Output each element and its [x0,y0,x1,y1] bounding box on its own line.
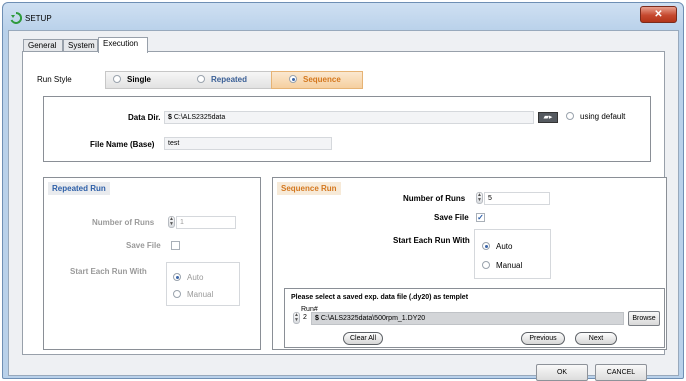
templet-box: Please select a saved exp. data file (.d… [284,288,665,348]
ok-label: OK [556,369,568,376]
rep-runs-spinner[interactable]: ▲ ▼ [168,216,175,228]
radio-circle [113,75,121,83]
run-number-spinner[interactable]: ▲ ▼ [293,312,300,324]
title-bar[interactable]: SETUP ✕ [3,3,683,29]
seq-save-file-checkbox[interactable]: ✓ [476,213,485,222]
seq-radio-manual[interactable]: Manual [482,261,522,270]
rep-radio-manual[interactable]: Manual [173,290,213,299]
seq-save-file-label: Save File [434,213,469,222]
templet-instruction: Please select a saved exp. data file (.d… [291,294,469,301]
radio-label: Auto [187,273,204,282]
previous-button[interactable]: Previous [521,332,565,345]
data-dir-field[interactable]: $ C:\ALS2325data [164,111,534,124]
radio-circle [482,242,490,250]
radio-label: Manual [187,290,214,299]
sequence-run-panel: Sequence Run Number of Runs ▲ ▼ 5 Save Fi… [272,177,667,350]
client-area: General System Execution Run Style Singl… [8,30,679,381]
seq-runs-spinner[interactable]: ▲ ▼ [476,192,483,204]
next-label: Next [588,335,604,342]
rep-number-of-runs-label: Number of Runs [92,218,155,227]
rep-start-each-run-label: Start Each Run With [70,267,147,276]
folder-icon: ▰▸ [543,114,553,121]
close-icon: ✕ [654,9,663,20]
radio-circle [566,112,574,120]
path-icon: $ [315,315,319,322]
file-name-label: File Name (Base) [90,140,155,149]
app-icon [10,12,22,24]
data-dir-box: Data Dir. $ C:\ALS2325data ▰▸ using defa… [43,96,651,162]
sequence-run-title: Sequence Run [277,182,341,195]
check-icon: ✓ [477,213,484,222]
rep-save-file-checkbox[interactable] [171,241,180,250]
radio-circle [173,290,181,298]
browse-label: Browse [632,315,656,322]
radio-label: Auto [496,242,513,251]
tab-execution[interactable]: Execution [98,37,148,53]
close-button[interactable]: ✕ [640,6,677,23]
browse-button[interactable]: Browse [628,311,660,326]
file-name-field[interactable]: test [164,137,332,150]
templet-path-field[interactable]: $ C:\ALS2325data\500rpm_1.DY20 [311,312,624,325]
tab-label: General [28,41,57,50]
seq-number-of-runs-label: Number of Runs [403,194,466,203]
radio-label: Single [127,75,152,84]
radio-label: Repeated [211,75,248,84]
spinner-icon: ▲ ▼ [169,216,174,227]
ok-button[interactable]: OK [536,364,588,381]
run-style-label: Run Style [37,75,72,84]
file-name-value: test [168,140,180,147]
templet-path-value: C:\ALS2325data\500rpm_1.DY20 [320,315,426,322]
radio-circle [289,75,297,83]
seq-runs-value: 5 [488,195,492,202]
spinner-icon: ▲ ▼ [294,312,299,323]
rep-runs-value: 1 [180,219,184,226]
radio-circle [482,261,490,269]
rep-radio-auto[interactable]: Auto [173,273,203,282]
seq-runs-field[interactable]: 5 [484,192,550,205]
execution-panel: Run Style Single Repeated Sequence Data … [22,51,667,355]
path-icon: $ [168,114,172,121]
repeated-run-title: Repeated Run [48,182,110,195]
repeated-run-panel: Repeated Run Number of Runs ▲ ▼ 1 Save Fi… [43,177,261,350]
radio-label: Sequence [303,75,341,84]
using-default-label: using default [580,112,626,121]
rep-start-options: Auto Manual [166,262,240,306]
data-dir-label: Data Dir. [128,113,161,122]
using-default-radio[interactable]: using default [566,112,625,121]
clear-all-button[interactable]: Clear All [343,332,383,345]
radio-circle [197,75,205,83]
window-title: SETUP [25,14,52,23]
next-button[interactable]: Next [575,332,617,345]
run-style-row: Run Style Single Repeated Sequence [37,70,363,90]
rep-runs-field[interactable]: 1 [176,216,236,229]
radio-repeated[interactable]: Repeated [197,75,247,85]
seq-start-each-run-label: Start Each Run With [393,236,470,245]
tab-label: Execution [103,39,139,48]
seq-start-options: Auto Manual [474,229,551,279]
radio-sequence[interactable]: Sequence [289,75,341,85]
radio-label: Manual [496,261,523,270]
data-dir-value: C:\ALS2325data [173,114,226,121]
setup-window: SETUP ✕ General System Execution Run Sty… [2,2,684,381]
tab-label: System [68,41,95,50]
spinner-icon: ▲ ▼ [477,192,482,203]
clear-all-label: Clear All [349,335,377,342]
cancel-label: CANCEL [606,369,636,376]
seq-radio-auto[interactable]: Auto [482,242,512,251]
rep-save-file-label: Save File [126,241,161,250]
radio-single[interactable]: Single [113,75,151,85]
previous-label: Previous [529,335,557,342]
radio-circle [173,273,181,281]
run-number-value: 2 [303,314,307,321]
cancel-button[interactable]: CANCEL [595,364,647,381]
folder-browse-button[interactable]: ▰▸ [538,112,558,123]
